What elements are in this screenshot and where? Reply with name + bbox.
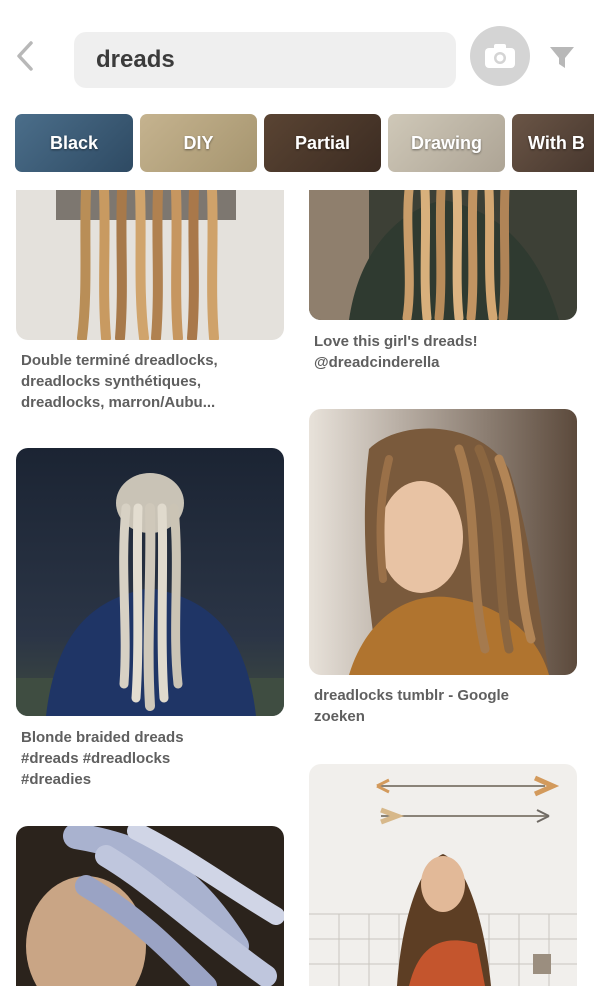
back-button[interactable]	[10, 38, 40, 74]
pin-caption: Blonde braided dreads #dreads #dreadlock…	[21, 729, 184, 788]
pin-image-dreadlocks-back[interactable]	[16, 190, 284, 340]
pin-image-girl-dreads[interactable]	[309, 190, 577, 320]
camera-button[interactable]	[470, 26, 530, 86]
pin-photo	[309, 190, 577, 320]
pin-photo	[16, 826, 284, 986]
pin-photo	[309, 409, 577, 675]
pin-caption: dreadlocks tumblr - Google zoeken	[314, 687, 510, 725]
guide-chip-row: Black DIY Partial Drawing With B	[15, 114, 594, 172]
pin-photo	[16, 448, 284, 716]
pin-photo	[309, 764, 577, 986]
chip-partial[interactable]: Partial	[264, 114, 381, 172]
pin-image-dreadlocks-tumblr[interactable]	[309, 409, 577, 675]
chip-black[interactable]: Black	[15, 114, 133, 172]
pin-caption: Love this girl's dreads! @dreadcinderell…	[314, 333, 478, 371]
pin-photo	[16, 190, 284, 340]
chip-drawing[interactable]: Drawing	[388, 114, 505, 172]
chip-with-b[interactable]: With B	[512, 114, 594, 172]
search-input[interactable]: dreads	[74, 32, 456, 88]
chip-diy[interactable]: DIY	[140, 114, 257, 172]
pin-image-dreads-room[interactable]	[309, 764, 577, 986]
pin-caption: Double terminé dreadlocks, dreadlocks sy…	[21, 352, 218, 411]
camera-icon	[485, 44, 515, 68]
pin-image-blonde-braided[interactable]	[16, 448, 284, 716]
chevron-left-icon	[17, 41, 33, 71]
pin-image-silver-dreads[interactable]	[16, 826, 284, 986]
filter-button[interactable]	[545, 40, 579, 74]
filter-icon	[550, 47, 574, 68]
search-query: dreads	[96, 46, 175, 73]
